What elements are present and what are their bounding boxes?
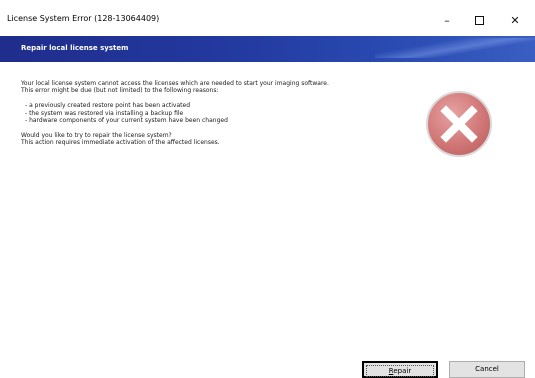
- minimize-button[interactable]: –: [432, 10, 462, 32]
- minimize-icon: –: [444, 14, 450, 27]
- reasons-list: - a previously created restore point has…: [21, 102, 401, 124]
- close-icon: ✕: [510, 14, 520, 27]
- license-error-window: License System Error (128-13064409) – ✕ …: [0, 0, 535, 378]
- maximize-button[interactable]: [464, 10, 494, 32]
- reason-item: - hardware components of your current sy…: [25, 117, 228, 125]
- header-banner: Repair local license system: [0, 36, 535, 62]
- banner-decoration: [375, 38, 535, 58]
- message-line-2: This error might be due (but not limited…: [21, 87, 219, 95]
- repair-question: Would you like to try to repair the lice…: [21, 131, 172, 139]
- message-line-1: Your local license system cannot access …: [21, 80, 329, 87]
- cancel-button[interactable]: Cancel: [449, 361, 525, 378]
- repair-label: epair: [393, 367, 412, 375]
- error-x-icon: [426, 91, 492, 157]
- reason-item: - a previously created restore point has…: [25, 102, 191, 110]
- maximize-icon: [474, 15, 484, 25]
- activation-note: This action requires immediate activatio…: [21, 139, 220, 147]
- repair-button[interactable]: Repair: [362, 361, 438, 378]
- close-button[interactable]: ✕: [500, 10, 530, 32]
- title-bar[interactable]: License System Error (128-13064409) – ✕: [0, 0, 535, 36]
- window-title: License System Error (128-13064409): [7, 14, 160, 23]
- message-body: Your local license system cannot access …: [21, 80, 401, 147]
- reason-item: - the system was restored via installing…: [25, 109, 184, 117]
- banner-title: Repair local license system: [21, 44, 129, 52]
